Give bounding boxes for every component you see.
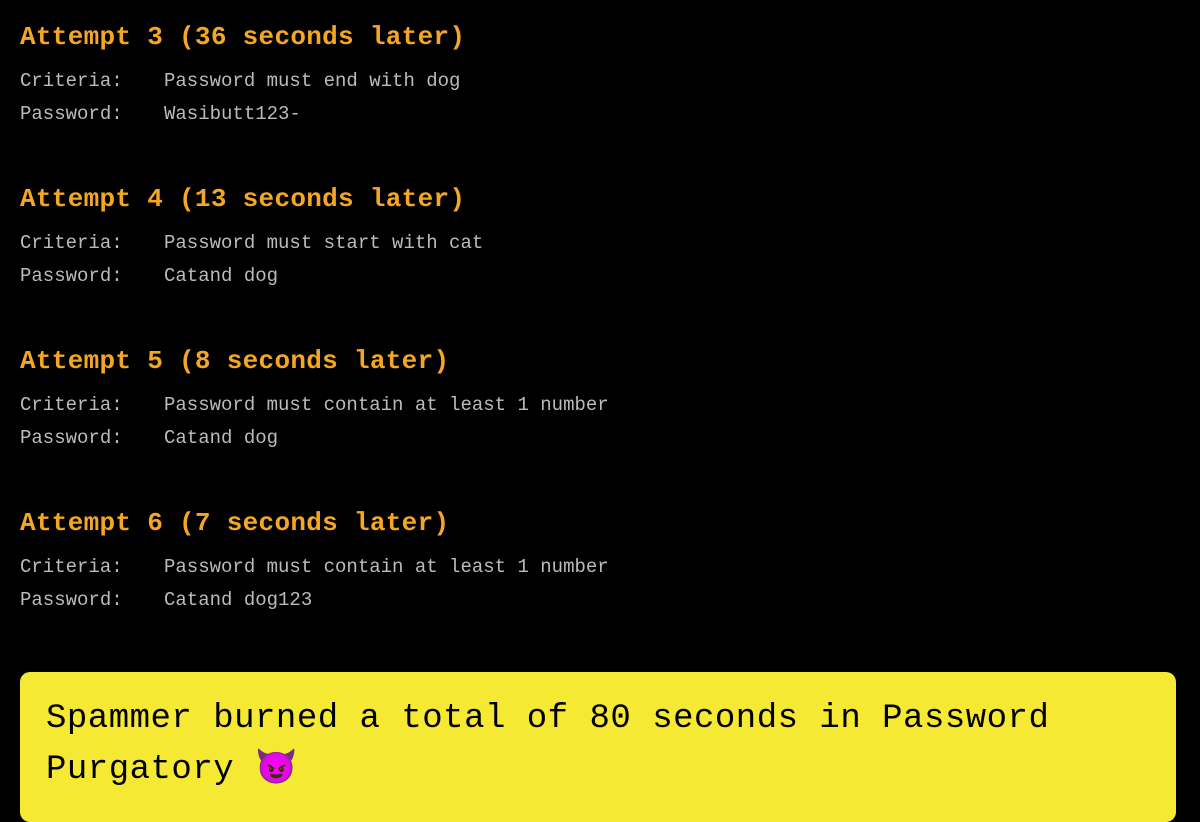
criteria-label: Criteria: [20,229,164,258]
password-value: Catand dog [164,424,278,453]
attempt-block-4: Attempt 4 (13 seconds later) Criteria: P… [20,180,1180,290]
attempt-title: Attempt 4 (13 seconds later) [20,180,1180,219]
criteria-row: Criteria: Password must end with dog [20,67,1180,96]
password-row: Password: Wasibutt123- [20,100,1180,129]
criteria-row: Criteria: Password must contain at least… [20,553,1180,582]
password-row: Password: Catand dog [20,262,1180,291]
password-row: Password: Catand dog123 [20,586,1180,615]
criteria-value: Password must end with dog [164,67,460,96]
password-value: Catand dog123 [164,586,312,615]
criteria-value: Password must contain at least 1 number [164,553,609,582]
criteria-value: Password must start with cat [164,229,483,258]
attempt-title: Attempt 6 (7 seconds later) [20,504,1180,543]
password-label: Password: [20,262,164,291]
attempt-block-6: Attempt 6 (7 seconds later) Criteria: Pa… [20,504,1180,614]
password-value: Wasibutt123- [164,100,301,129]
attempt-title: Attempt 3 (36 seconds later) [20,18,1180,57]
summary-box: Spammer burned a total of 80 seconds in … [20,672,1176,822]
criteria-row: Criteria: Password must start with cat [20,229,1180,258]
password-label: Password: [20,424,164,453]
criteria-label: Criteria: [20,391,164,420]
password-row: Password: Catand dog [20,424,1180,453]
criteria-label: Criteria: [20,67,164,96]
password-label: Password: [20,100,164,129]
criteria-row: Criteria: Password must contain at least… [20,391,1180,420]
attempt-block-3: Attempt 3 (36 seconds later) Criteria: P… [20,18,1180,128]
attempt-title: Attempt 5 (8 seconds later) [20,342,1180,381]
criteria-label: Criteria: [20,553,164,582]
password-value: Catand dog [164,262,278,291]
password-label: Password: [20,586,164,615]
attempt-block-5: Attempt 5 (8 seconds later) Criteria: Pa… [20,342,1180,452]
criteria-value: Password must contain at least 1 number [164,391,609,420]
